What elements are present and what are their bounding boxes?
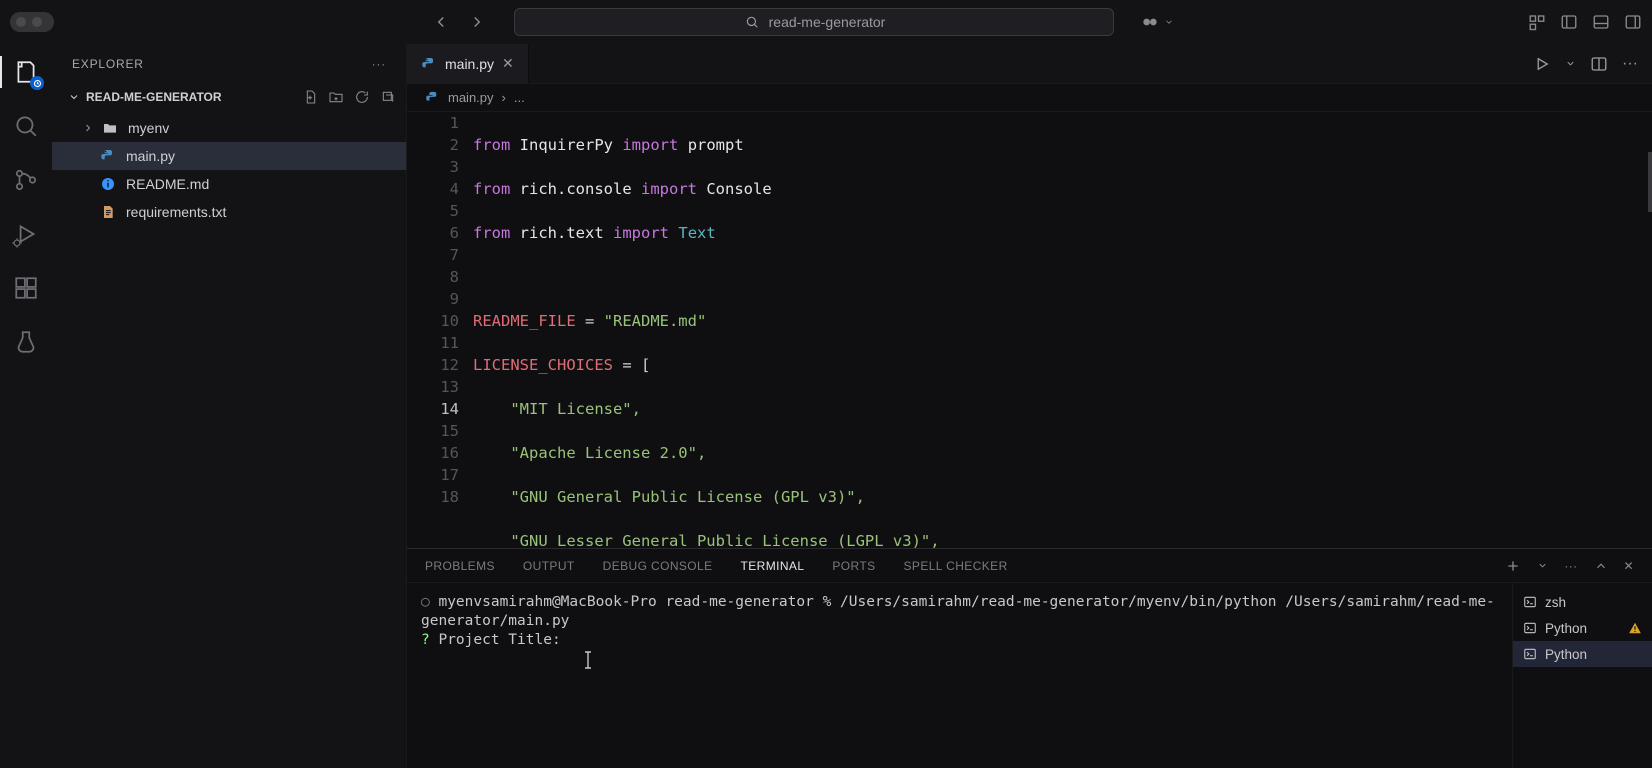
file-tree: myenv main.py README.md requirements.txt	[52, 110, 406, 230]
explorer-sidebar: EXPLORER ··· READ-ME-GENERATOR myenv mai…	[52, 44, 407, 768]
tree-label: main.py	[126, 148, 175, 164]
panel-tab-output[interactable]: OUTPUT	[523, 559, 575, 573]
python-file-icon	[421, 56, 437, 72]
tree-file-main-py[interactable]: main.py	[52, 142, 406, 170]
bottom-panel: PROBLEMS OUTPUT DEBUG CONSOLE TERMINAL P…	[407, 548, 1652, 768]
run-button-icon[interactable]	[1533, 55, 1551, 73]
tree-file-requirements[interactable]: requirements.txt	[52, 198, 406, 226]
window-dot	[32, 17, 42, 27]
terminal-prompt: myenvsamirahm@MacBook-Pro read-me-genera…	[438, 594, 840, 610]
terminal-icon	[1523, 647, 1537, 661]
terminal-icon	[1523, 621, 1537, 635]
terminal-question-mark: ?	[421, 632, 430, 648]
new-file-icon[interactable]	[302, 89, 318, 105]
terminal-content[interactable]: ○ myenvsamirahm@MacBook-Pro read-me-gene…	[407, 583, 1512, 768]
info-file-icon	[100, 176, 118, 192]
panel-tab-debug-console[interactable]: DEBUG CONSOLE	[603, 559, 713, 573]
title-bar: read-me-generator	[0, 0, 1652, 44]
new-folder-icon[interactable]	[328, 89, 344, 105]
activity-bar	[0, 44, 52, 768]
nav-forward-icon[interactable]	[468, 13, 486, 31]
tree-folder-myenv[interactable]: myenv	[52, 114, 406, 142]
list-file-icon	[100, 204, 118, 220]
panel-tab-problems[interactable]: PROBLEMS	[425, 559, 495, 573]
code-editor[interactable]: 123456789101112131415161718 from Inquire…	[407, 112, 1652, 548]
command-center-text: read-me-generator	[769, 14, 886, 30]
session-label: Python	[1545, 647, 1587, 662]
pending-badge-icon	[30, 76, 44, 90]
chevron-right-icon	[82, 122, 94, 134]
text-cursor-icon	[581, 650, 595, 670]
tree-file-readme[interactable]: README.md	[52, 170, 406, 198]
tree-label: requirements.txt	[126, 204, 226, 220]
activity-source-control-icon[interactable]	[12, 166, 40, 194]
copilot-icon[interactable]	[1140, 12, 1174, 32]
session-label: Python	[1545, 621, 1587, 636]
maximize-panel-icon[interactable]	[1594, 559, 1608, 573]
toggle-panel-icon[interactable]	[1592, 13, 1610, 31]
breadcrumb[interactable]: main.py › ...	[407, 84, 1652, 112]
command-center[interactable]: read-me-generator	[514, 8, 1114, 36]
panel-tab-ports[interactable]: PORTS	[832, 559, 875, 573]
new-terminal-icon[interactable]	[1505, 558, 1521, 574]
sidebar-title: EXPLORER	[72, 57, 144, 71]
terminal-session-python-2[interactable]: Python	[1513, 641, 1652, 667]
toggle-sidebar-left-icon[interactable]	[1560, 13, 1578, 31]
window-dot	[16, 17, 26, 27]
line-gutter: 123456789101112131415161718	[407, 112, 473, 548]
editor-area: main.py ✕ ··· main.py › ... 123456789101…	[407, 44, 1652, 768]
tree-label: README.md	[126, 176, 209, 192]
minimap-scrollbar[interactable]	[1648, 152, 1652, 212]
close-panel-icon[interactable]: ✕	[1624, 559, 1634, 573]
warning-icon	[1628, 621, 1642, 635]
split-editor-icon[interactable]	[1590, 55, 1608, 73]
search-icon	[743, 13, 761, 31]
terminal-session-python-1[interactable]: Python	[1513, 615, 1652, 641]
editor-tabs: main.py ✕ ···	[407, 44, 1652, 84]
layout-customize-icon[interactable]	[1528, 13, 1546, 31]
tab-close-icon[interactable]: ✕	[502, 55, 514, 72]
panel-tab-terminal[interactable]: TERMINAL	[741, 559, 805, 573]
activity-testing-icon[interactable]	[12, 328, 40, 356]
window-controls[interactable]	[10, 12, 54, 32]
run-dropdown-icon[interactable]	[1565, 58, 1576, 69]
chevron-right-icon: ›	[502, 90, 506, 105]
chevron-down-icon	[68, 91, 80, 103]
sidebar-more-icon[interactable]: ···	[372, 57, 386, 71]
toggle-sidebar-right-icon[interactable]	[1624, 13, 1642, 31]
project-name: READ-ME-GENERATOR	[86, 90, 222, 104]
tab-label: main.py	[445, 56, 494, 72]
session-label: zsh	[1545, 595, 1566, 610]
activity-debug-icon[interactable]	[12, 220, 40, 248]
breadcrumb-file: main.py	[448, 90, 494, 105]
breadcrumb-rest: ...	[514, 90, 525, 105]
python-file-icon	[100, 148, 118, 164]
terminal-icon	[1523, 595, 1537, 609]
panel-tab-spell-checker[interactable]: SPELL CHECKER	[904, 559, 1008, 573]
terminal-question-text: Project Title:	[430, 632, 561, 648]
terminal-session-zsh[interactable]: zsh	[1513, 589, 1652, 615]
nav-back-icon[interactable]	[432, 13, 450, 31]
panel-more-icon[interactable]: ···	[1564, 559, 1577, 573]
tab-main-py[interactable]: main.py ✕	[407, 44, 529, 83]
terminal-dropdown-icon[interactable]	[1537, 560, 1548, 571]
panel-tabs: PROBLEMS OUTPUT DEBUG CONSOLE TERMINAL P…	[407, 549, 1652, 583]
activity-search-icon[interactable]	[12, 112, 40, 140]
code-content: from InquirerPy import prompt from rich.…	[473, 112, 1568, 548]
folder-icon	[102, 120, 120, 136]
python-file-icon	[425, 90, 440, 105]
refresh-icon[interactable]	[354, 89, 370, 105]
activity-explorer-icon[interactable]	[12, 58, 40, 86]
project-header[interactable]: READ-ME-GENERATOR	[52, 84, 406, 110]
editor-more-icon[interactable]: ···	[1622, 55, 1638, 73]
terminal-sessions: zsh Python Python	[1512, 583, 1652, 768]
activity-extensions-icon[interactable]	[12, 274, 40, 302]
collapse-all-icon[interactable]	[380, 89, 396, 105]
tree-label: myenv	[128, 120, 169, 136]
